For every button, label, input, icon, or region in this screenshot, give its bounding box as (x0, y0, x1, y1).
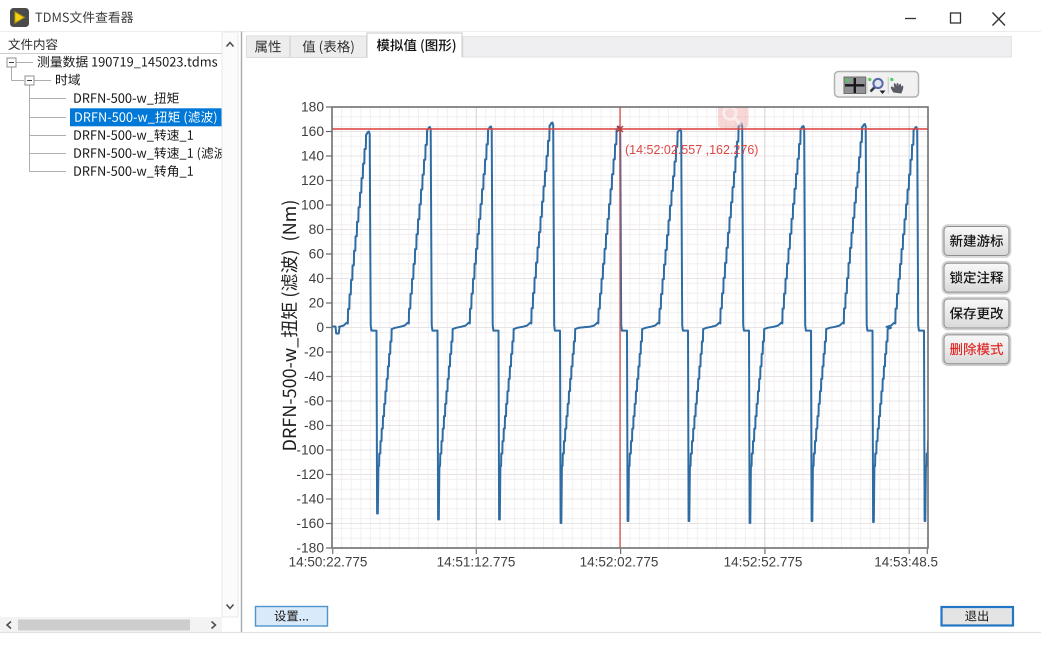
svg-text:-20: -20 (304, 344, 324, 359)
svg-text:14:51:12.775: 14:51:12.775 (437, 555, 516, 570)
svg-text:-140: -140 (296, 491, 324, 506)
svg-text:40: 40 (309, 271, 325, 286)
svg-text:180: 180 (301, 99, 324, 114)
svg-text:-80: -80 (304, 418, 324, 433)
svg-text:140: 140 (301, 148, 324, 163)
svg-text:(14:52:02.557 ,162.276): (14:52:02.557 ,162.276) (625, 143, 758, 157)
svg-text:14:52:02.775: 14:52:02.775 (580, 555, 659, 570)
svg-text:14:53:48.5: 14:53:48.5 (874, 555, 938, 570)
svg-text:-160: -160 (296, 516, 324, 531)
svg-text:120: 120 (301, 173, 324, 188)
svg-text:0: 0 (316, 320, 324, 335)
svg-text:60: 60 (309, 246, 325, 261)
svg-text:-60: -60 (304, 393, 324, 408)
svg-text:80: 80 (309, 222, 325, 237)
svg-text:-40: -40 (304, 369, 324, 384)
svg-text:-100: -100 (296, 442, 324, 457)
svg-text:160: 160 (301, 124, 324, 139)
svg-text:14:50:22.775: 14:50:22.775 (289, 555, 368, 570)
svg-text:-120: -120 (296, 467, 324, 482)
svg-text:100: 100 (301, 197, 324, 212)
svg-text:20: 20 (309, 295, 325, 310)
svg-text:14:52:52.775: 14:52:52.775 (724, 555, 803, 570)
svg-text:-180: -180 (296, 540, 324, 555)
